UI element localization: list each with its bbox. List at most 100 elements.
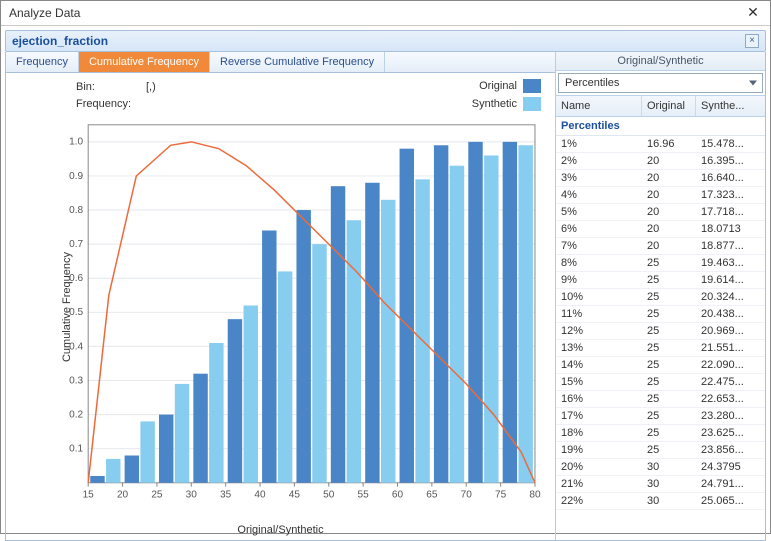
cell-synthetic: 22.653... bbox=[696, 391, 765, 407]
cell-original: 25 bbox=[642, 340, 696, 356]
cell-name: 19% bbox=[556, 442, 642, 458]
svg-text:65: 65 bbox=[426, 489, 438, 500]
table-row[interactable]: 2%2016.395... bbox=[556, 153, 765, 170]
tab-reverse-cumulative-frequency[interactable]: Reverse Cumulative Frequency bbox=[210, 52, 385, 72]
cell-synthetic: 23.625... bbox=[696, 425, 765, 441]
cell-original: 16.96 bbox=[642, 136, 696, 152]
cell-original: 25 bbox=[642, 374, 696, 390]
cell-synthetic: 22.090... bbox=[696, 357, 765, 373]
cell-synthetic: 23.856... bbox=[696, 442, 765, 458]
svg-text:1.0: 1.0 bbox=[69, 137, 83, 148]
freq-label: Frequency: bbox=[76, 96, 146, 113]
plot[interactable]: 0.10.20.30.40.50.60.70.80.91.01520253035… bbox=[58, 119, 541, 506]
cell-original: 25 bbox=[642, 425, 696, 441]
cell-original: 25 bbox=[642, 408, 696, 424]
content: Frequency Cumulative Frequency Reverse C… bbox=[5, 52, 766, 541]
cell-original: 25 bbox=[642, 323, 696, 339]
svg-text:0.6: 0.6 bbox=[69, 273, 83, 284]
close-icon[interactable]: ✕ bbox=[744, 4, 762, 21]
col-header-synthetic[interactable]: Synthe... bbox=[696, 96, 765, 116]
cell-synthetic: 20.969... bbox=[696, 323, 765, 339]
table-row[interactable]: 16%2522.653... bbox=[556, 391, 765, 408]
svg-text:30: 30 bbox=[186, 489, 198, 500]
grid-body[interactable]: Percentiles 1%16.9615.478...2%2016.395..… bbox=[556, 117, 765, 540]
cell-name: 8% bbox=[556, 255, 642, 271]
cell-original: 25 bbox=[642, 289, 696, 305]
section-header: ejection_fraction × bbox=[5, 30, 766, 52]
section-close-icon[interactable]: × bbox=[745, 34, 759, 48]
table-row[interactable]: 5%2017.718... bbox=[556, 204, 765, 221]
cell-original: 20 bbox=[642, 153, 696, 169]
chart-svg: 0.10.20.30.40.50.60.70.80.91.01520253035… bbox=[58, 119, 541, 506]
svg-text:25: 25 bbox=[151, 489, 163, 500]
right-panel-header: Original/Synthetic bbox=[556, 52, 765, 71]
section-title: ejection_fraction bbox=[12, 34, 108, 48]
cell-name: 7% bbox=[556, 238, 642, 254]
table-row[interactable]: 21%3024.791... bbox=[556, 476, 765, 493]
cell-name: 15% bbox=[556, 374, 642, 390]
bin-value: [,) bbox=[146, 79, 216, 96]
tab-cumulative-frequency[interactable]: Cumulative Frequency bbox=[79, 52, 210, 72]
cell-name: 4% bbox=[556, 187, 642, 203]
grid-header: Name Original Synthe... bbox=[556, 95, 765, 117]
cell-name: 3% bbox=[556, 170, 642, 186]
cell-original: 20 bbox=[642, 204, 696, 220]
svg-text:0.8: 0.8 bbox=[69, 205, 83, 216]
cell-synthetic: 16.395... bbox=[696, 153, 765, 169]
chart-area: Bin:[,) Frequency: Original Synthetic Cu… bbox=[6, 73, 555, 540]
table-row[interactable]: 11%2520.438... bbox=[556, 306, 765, 323]
cell-synthetic: 25.065... bbox=[696, 493, 765, 509]
table-row[interactable]: 14%2522.090... bbox=[556, 357, 765, 374]
table-row[interactable]: 15%2522.475... bbox=[556, 374, 765, 391]
left-pane: Frequency Cumulative Frequency Reverse C… bbox=[6, 52, 556, 540]
cell-synthetic: 19.463... bbox=[696, 255, 765, 271]
svg-text:60: 60 bbox=[392, 489, 404, 500]
legend-synthetic-swatch bbox=[523, 97, 541, 111]
col-header-original[interactable]: Original bbox=[642, 96, 696, 116]
legend-synthetic-label: Synthetic bbox=[472, 98, 517, 110]
cell-synthetic: 24.791... bbox=[696, 476, 765, 492]
col-header-name[interactable]: Name bbox=[556, 96, 642, 116]
cell-name: 1% bbox=[556, 136, 642, 152]
table-row[interactable]: 13%2521.551... bbox=[556, 340, 765, 357]
cell-synthetic: 20.438... bbox=[696, 306, 765, 322]
cell-synthetic: 22.475... bbox=[696, 374, 765, 390]
cell-synthetic: 23.280... bbox=[696, 408, 765, 424]
table-row[interactable]: 1%16.9615.478... bbox=[556, 136, 765, 153]
svg-text:0.7: 0.7 bbox=[69, 239, 83, 250]
tabs: Frequency Cumulative Frequency Reverse C… bbox=[6, 52, 555, 73]
svg-text:35: 35 bbox=[220, 489, 232, 500]
table-row[interactable]: 12%2520.969... bbox=[556, 323, 765, 340]
svg-text:70: 70 bbox=[461, 489, 473, 500]
svg-text:55: 55 bbox=[358, 489, 370, 500]
cell-original: 20 bbox=[642, 187, 696, 203]
titlebar: Analyze Data ✕ bbox=[1, 1, 770, 26]
table-row[interactable]: 3%2016.640... bbox=[556, 170, 765, 187]
table-row[interactable]: 9%2519.614... bbox=[556, 272, 765, 289]
tab-frequency[interactable]: Frequency bbox=[6, 52, 79, 72]
cell-name: 17% bbox=[556, 408, 642, 424]
table-row[interactable]: 18%2523.625... bbox=[556, 425, 765, 442]
table-row[interactable]: 17%2523.280... bbox=[556, 408, 765, 425]
legend-original-swatch bbox=[523, 79, 541, 93]
svg-text:0.1: 0.1 bbox=[69, 444, 83, 455]
cell-name: 16% bbox=[556, 391, 642, 407]
table-row[interactable]: 22%3025.065... bbox=[556, 493, 765, 510]
table-row[interactable]: 7%2018.877... bbox=[556, 238, 765, 255]
svg-text:45: 45 bbox=[289, 489, 301, 500]
percentiles-selector[interactable]: Percentiles bbox=[558, 73, 763, 93]
bin-label: Bin: bbox=[76, 79, 146, 96]
table-row[interactable]: 20%3024.3795 bbox=[556, 459, 765, 476]
table-row[interactable]: 8%2519.463... bbox=[556, 255, 765, 272]
table-row[interactable]: 10%2520.324... bbox=[556, 289, 765, 306]
table-row[interactable]: 4%2017.323... bbox=[556, 187, 765, 204]
cell-name: 20% bbox=[556, 459, 642, 475]
table-row[interactable]: 6%2018.0713 bbox=[556, 221, 765, 238]
cell-synthetic: 20.324... bbox=[696, 289, 765, 305]
cell-original: 20 bbox=[642, 221, 696, 237]
cell-original: 25 bbox=[642, 442, 696, 458]
cell-name: 22% bbox=[556, 493, 642, 509]
window-title: Analyze Data bbox=[9, 6, 80, 20]
cell-synthetic: 17.323... bbox=[696, 187, 765, 203]
table-row[interactable]: 19%2523.856... bbox=[556, 442, 765, 459]
